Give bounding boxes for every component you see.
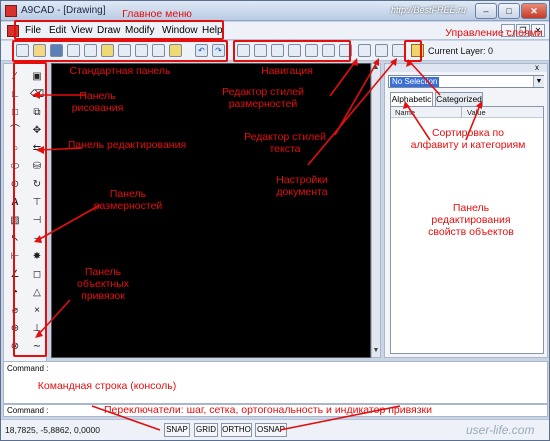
title-bar[interactable]: A9CAD - [Drawing] http://BestFREE.ru – □…	[1, 1, 549, 21]
grid-toggle[interactable]: GRID	[194, 423, 218, 437]
annotation-toggles: Переключатели: шаг, сетка, ортогональнос…	[103, 404, 433, 416]
annotation-text-style-editor: Редактор стилей текста	[244, 131, 326, 155]
tab-categorized[interactable]: Categorized	[435, 92, 483, 106]
ortho-toggle[interactable]: ORTHO	[221, 423, 252, 437]
panel-close-icon[interactable]: x	[535, 63, 539, 72]
column-divider[interactable]	[461, 107, 462, 118]
annotation-command-line: Командная строка (консоль)	[37, 380, 177, 392]
window-title: A9CAD - [Drawing]	[21, 5, 106, 16]
column-name: Name	[395, 108, 416, 117]
current-layer-label[interactable]: Current Layer: 0	[428, 46, 493, 56]
highlight-tool-panel	[13, 62, 47, 357]
annotation-layers: Управление слоями	[445, 27, 543, 39]
close-button[interactable]: ✕	[521, 3, 547, 19]
watermark-top: http://BestFREE.ru	[391, 5, 467, 15]
annotation-navigation: Навигация	[261, 65, 313, 77]
highlight-standard-toolbar	[12, 40, 228, 62]
command-input-label: Command :	[7, 406, 49, 415]
snap-toggle[interactable]: SNAP	[164, 423, 190, 437]
annotation-snap-panel: Панель объектных привязок	[76, 266, 130, 302]
watermark-bottom: user-life.com	[466, 423, 535, 437]
annotation-sort: Сортировка по алфавиту и категориям	[410, 127, 526, 151]
selection-dropdown[interactable]: No Selection ▼	[388, 75, 544, 88]
annotation-edit-panel: Панель редактирования	[67, 139, 187, 151]
app-icon	[5, 5, 17, 17]
annotation-standard-panel: Стандартная панель	[69, 65, 171, 77]
annotation-draw-panel: Панель рисования	[71, 90, 124, 114]
chevron-down-icon[interactable]: ▼	[533, 76, 544, 87]
vertical-scrollbar[interactable]: ▲ ▼	[371, 63, 381, 358]
panel-header: x	[385, 63, 547, 72]
tab-alphabetic[interactable]: Alphabetic	[390, 92, 433, 106]
text-style-icon[interactable]	[375, 44, 388, 57]
highlight-navigation	[233, 40, 351, 62]
annotation-dim-style-editor: Редактор стилей размерностей	[222, 86, 304, 110]
command-history-label: Command :	[7, 364, 49, 373]
scroll-down-icon[interactable]: ▼	[372, 347, 380, 357]
annotation-props-panel: Панель редактирования свойств объектов	[428, 202, 514, 238]
maximize-button[interactable]: □	[498, 3, 520, 19]
highlight-main-menu	[14, 20, 224, 40]
selection-value: No Selection	[390, 77, 440, 87]
cursor-coordinates: 18,7825, -5,8862, 0,0000	[5, 425, 100, 435]
scroll-up-icon[interactable]: ▲	[372, 64, 380, 74]
osnap-toggle[interactable]: OSNAP	[255, 423, 287, 437]
annotation-dim-panel: Панель размерностей	[93, 188, 163, 212]
annotation-doc-settings: Настройки документа	[276, 174, 328, 198]
property-grid-header: Name Value	[391, 107, 543, 118]
column-value: Value	[467, 108, 486, 117]
dimension-style-icon[interactable]	[358, 44, 371, 57]
annotation-main-menu: Главное меню	[122, 8, 192, 20]
highlight-layers	[404, 40, 422, 62]
status-bar: 18,7825, -5,8862, 0,0000 SNAP GRID ORTHO…	[1, 419, 549, 440]
minimize-button[interactable]: –	[475, 3, 497, 19]
